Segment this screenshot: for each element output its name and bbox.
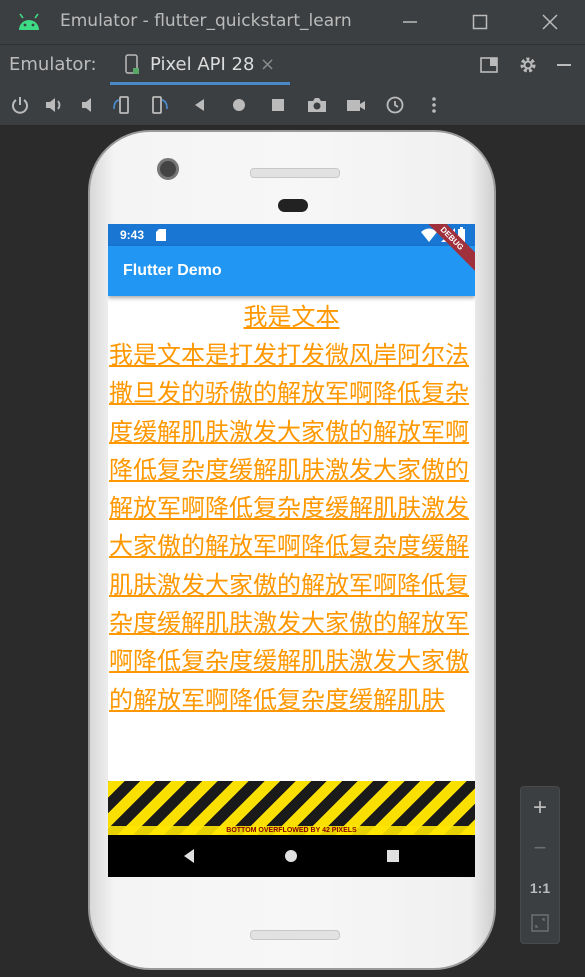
emulator-tabbar: Emulator: Pixel API 28 × — [0, 44, 585, 85]
paragraph-text: 我是文本是打发打发微风岸阿尔法撒旦发的骄傲的解放军啊降低复杂度缓解肌肤激发大家傲… — [109, 341, 469, 714]
overview-icon[interactable] — [266, 93, 290, 117]
nav-back-icon[interactable] — [181, 847, 199, 865]
status-time: 9:43 — [120, 228, 145, 242]
android-nav-bar — [108, 835, 475, 877]
tab-label: Pixel API 28 — [150, 54, 255, 75]
emulator-toolbar — [0, 85, 585, 125]
actual-size-button[interactable]: 1:1 — [521, 873, 559, 903]
sd-card-icon — [156, 229, 166, 241]
overflow-warning-stripes: BOTTOM OVERFLOWED BY 42 PIXELS — [108, 781, 475, 835]
close-icon[interactable] — [538, 10, 562, 34]
front-camera — [157, 158, 179, 180]
bottom-speaker — [250, 930, 340, 940]
gear-icon[interactable] — [516, 53, 540, 77]
snapshot-restore-icon[interactable] — [383, 93, 407, 117]
tab-pixel-api-28[interactable]: Pixel API 28 × — [110, 45, 290, 85]
android-logo-icon — [19, 13, 39, 30]
maximize-icon[interactable] — [468, 10, 492, 34]
nav-overview-icon[interactable] — [384, 847, 402, 865]
rotate-left-icon[interactable] — [110, 93, 134, 117]
text-content: 我是文本 我是文本是打发打发微风岸阿尔法撒旦发的骄傲的解放军啊降低复杂度缓解肌肤… — [108, 296, 475, 782]
zoom-out-button[interactable]: − — [521, 833, 559, 863]
app-bar: Flutter Demo — [108, 246, 475, 296]
heading-text: 我是文本 — [243, 303, 340, 331]
volume-down-icon[interactable] — [76, 93, 100, 117]
app-bar-title: Flutter Demo — [123, 262, 222, 279]
home-icon[interactable] — [227, 93, 251, 117]
emulator-label: Emulator: — [9, 54, 97, 75]
power-icon[interactable] — [8, 93, 32, 117]
hide-panel-icon[interactable] — [552, 53, 576, 77]
minimize-icon[interactable] — [398, 10, 422, 34]
android-status-bar: 9:43 — [108, 224, 475, 246]
rotate-right-icon[interactable] — [147, 93, 171, 117]
window-mode-icon[interactable] — [477, 53, 501, 77]
proximity-sensor — [278, 199, 308, 212]
back-icon[interactable] — [188, 93, 212, 117]
phone-device-icon — [125, 54, 139, 74]
nav-home-icon[interactable] — [282, 847, 300, 865]
fit-screen-icon[interactable] — [530, 913, 550, 933]
zoom-in-button[interactable]: + — [521, 793, 559, 823]
device-screen[interactable]: 9:43 Flutter Demo DEBUG 我是文本 我是文本是打发打发微风… — [108, 224, 475, 877]
volume-up-icon[interactable] — [42, 93, 66, 117]
tab-close-button[interactable]: × — [260, 54, 275, 75]
camera-icon[interactable] — [305, 93, 329, 117]
top-speaker — [250, 168, 340, 178]
window-title: Emulator - flutter_quickstart_learn — [60, 11, 352, 31]
more-options-icon[interactable] — [422, 93, 446, 117]
overflow-warning-text: BOTTOM OVERFLOWED BY 42 PIXELS — [108, 826, 475, 835]
window-titlebar: Emulator - flutter_quickstart_learn — [0, 0, 585, 44]
screen-record-icon[interactable] — [344, 93, 368, 117]
zoom-panel: + − 1:1 — [520, 786, 560, 944]
